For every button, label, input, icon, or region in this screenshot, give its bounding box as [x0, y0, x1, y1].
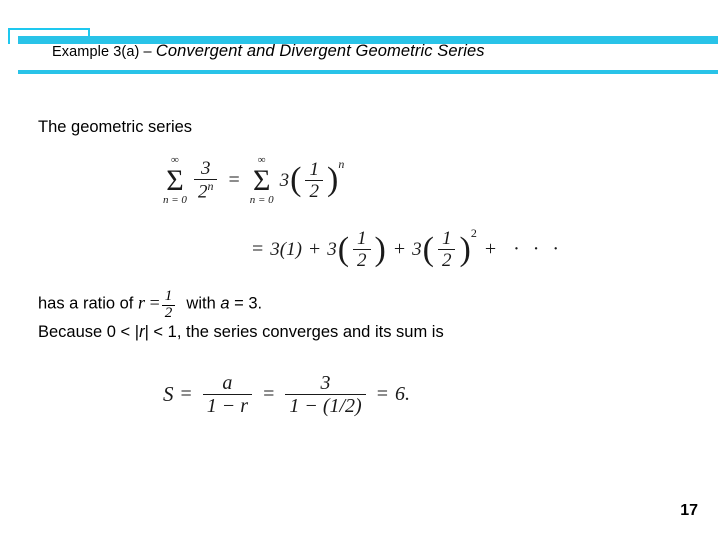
sum-lower-limit-1: n = 0 — [163, 194, 187, 206]
term-3-coefficient: 3 — [412, 238, 422, 260]
page-title-prefix: Example 3(a) – — [52, 44, 156, 60]
formula-fraction-1: a 1 − r — [202, 372, 253, 418]
left-paren-2: ( — [337, 230, 350, 268]
ratio-denominator-2: 2 — [353, 249, 371, 271]
inline-equals: = — [149, 292, 160, 313]
term-denominator-1: 2n — [193, 179, 218, 203]
inline-variable-a: a — [220, 294, 230, 313]
ratio-fraction-2: 1 2 — [353, 228, 371, 272]
equation-2-row: S = a 1 − r = 3 1 − (1/2) = 6. — [163, 372, 410, 418]
parenthesized-ratio-2: ( 1 2 ) — [338, 228, 386, 272]
ratio-exponent-3: 2 — [470, 226, 477, 240]
page-title: Example 3(a) – Convergent and Divergent … — [52, 42, 485, 61]
equals-sign-1: = — [228, 169, 240, 191]
formula-numerator-3: 3 — [320, 372, 331, 394]
body-line-2-pre: has a ratio of — [38, 294, 134, 313]
equals-sign-5: = — [376, 383, 388, 406]
formula-result: 6. — [395, 383, 410, 406]
equation-row-2: = 3(1) + 3 ( 1 2 ) + 3 ( 1 2 ) 2 + · · · — [245, 226, 564, 272]
term-fraction-1: 3 2n — [193, 158, 218, 203]
inline-variable-r-2: r — [139, 323, 145, 341]
sigma-glyph-2: Σ — [252, 164, 271, 197]
ratio-numerator-1: 1 — [309, 158, 319, 180]
term-den-exponent-1: n — [207, 179, 214, 194]
ratio-numerator-2: 1 — [357, 228, 367, 249]
equation-row-1: ∞ Σ n = 0 3 2n = ∞ Σ n = 0 3 ( 1 2 ) n — [160, 155, 563, 206]
parenthesized-ratio-3: ( 1 2 ) 2 — [422, 226, 477, 272]
term-den-base-1: 2 — [197, 181, 208, 203]
sum-lower-limit-2: n = 0 — [249, 194, 274, 206]
right-paren-1: ) — [326, 161, 339, 199]
equation-geometric-series: ∞ Σ n = 0 3 2n = ∞ Σ n = 0 3 ( 1 2 ) n =… — [160, 155, 563, 272]
body-line-2-post: with a = 3. — [181, 294, 263, 313]
ratio-fraction-1: 1 2 — [305, 159, 323, 203]
equals-sign-4: = — [263, 383, 275, 406]
summation-symbol-1: ∞ Σ n = 0 — [163, 155, 187, 206]
ratio-numerator-3: 1 — [441, 228, 452, 249]
plus-sign-3: + — [484, 238, 497, 261]
inline-frac-denominator: 2 — [161, 304, 176, 322]
right-paren-3: ) — [459, 230, 471, 268]
coefficient-3: 3 — [279, 169, 290, 191]
left-paren-1: ( — [290, 161, 302, 199]
parenthesized-ratio-1: ( 1 2 ) n — [290, 156, 345, 203]
ratio-exponent-1: n — [338, 156, 345, 171]
sigma-glyph-1: Σ — [166, 164, 184, 197]
ratio-denominator-1: 2 — [305, 180, 323, 202]
body-line-2: has a ratio of r = 1 2 with a = 3. — [38, 288, 263, 322]
formula-denominator-numeric: 1 − (1/2) — [285, 394, 366, 417]
equals-sign-3: = — [180, 383, 192, 406]
ratio-denominator-3: 2 — [437, 249, 456, 271]
formula-fraction-2: 3 1 − (1/2) — [285, 372, 366, 418]
body-line-1: The geometric series — [38, 118, 193, 136]
page-number: 17 — [680, 502, 698, 519]
inline-variable-r: r — [137, 292, 145, 313]
equation-sum-formula: S = a 1 − r = 3 1 − (1/2) = 6. — [163, 372, 410, 418]
sum-symbol-S: S — [163, 382, 174, 407]
body-line-3: Because 0 < |r| < 1, the series converge… — [38, 323, 444, 341]
formula-denominator-1-minus-r: 1 − r — [202, 394, 253, 417]
inline-fraction-half: 12 — [161, 288, 176, 322]
term-numerator-1: 3 — [200, 158, 211, 180]
plus-sign-1: + — [308, 238, 321, 261]
ellipsis-dots: · · · — [513, 238, 564, 261]
term-3-times-1: 3(1) — [270, 238, 302, 260]
inline-frac-numerator: 1 — [164, 288, 173, 304]
right-paren-2: ) — [374, 230, 386, 268]
formula-numerator-a: a — [222, 372, 233, 394]
term-2-coefficient: 3 — [327, 238, 337, 260]
left-paren-3: ( — [422, 230, 434, 268]
page-title-emphasis: Convergent and Divergent Geometric Serie… — [155, 42, 485, 60]
slide: Example 3(a) – Convergent and Divergent … — [0, 0, 720, 540]
plus-sign-2: + — [393, 238, 406, 261]
ratio-fraction-3: 1 2 — [437, 228, 456, 272]
equals-sign-2: = — [252, 238, 264, 261]
summation-symbol-2: ∞ Σ n = 0 — [250, 155, 274, 206]
